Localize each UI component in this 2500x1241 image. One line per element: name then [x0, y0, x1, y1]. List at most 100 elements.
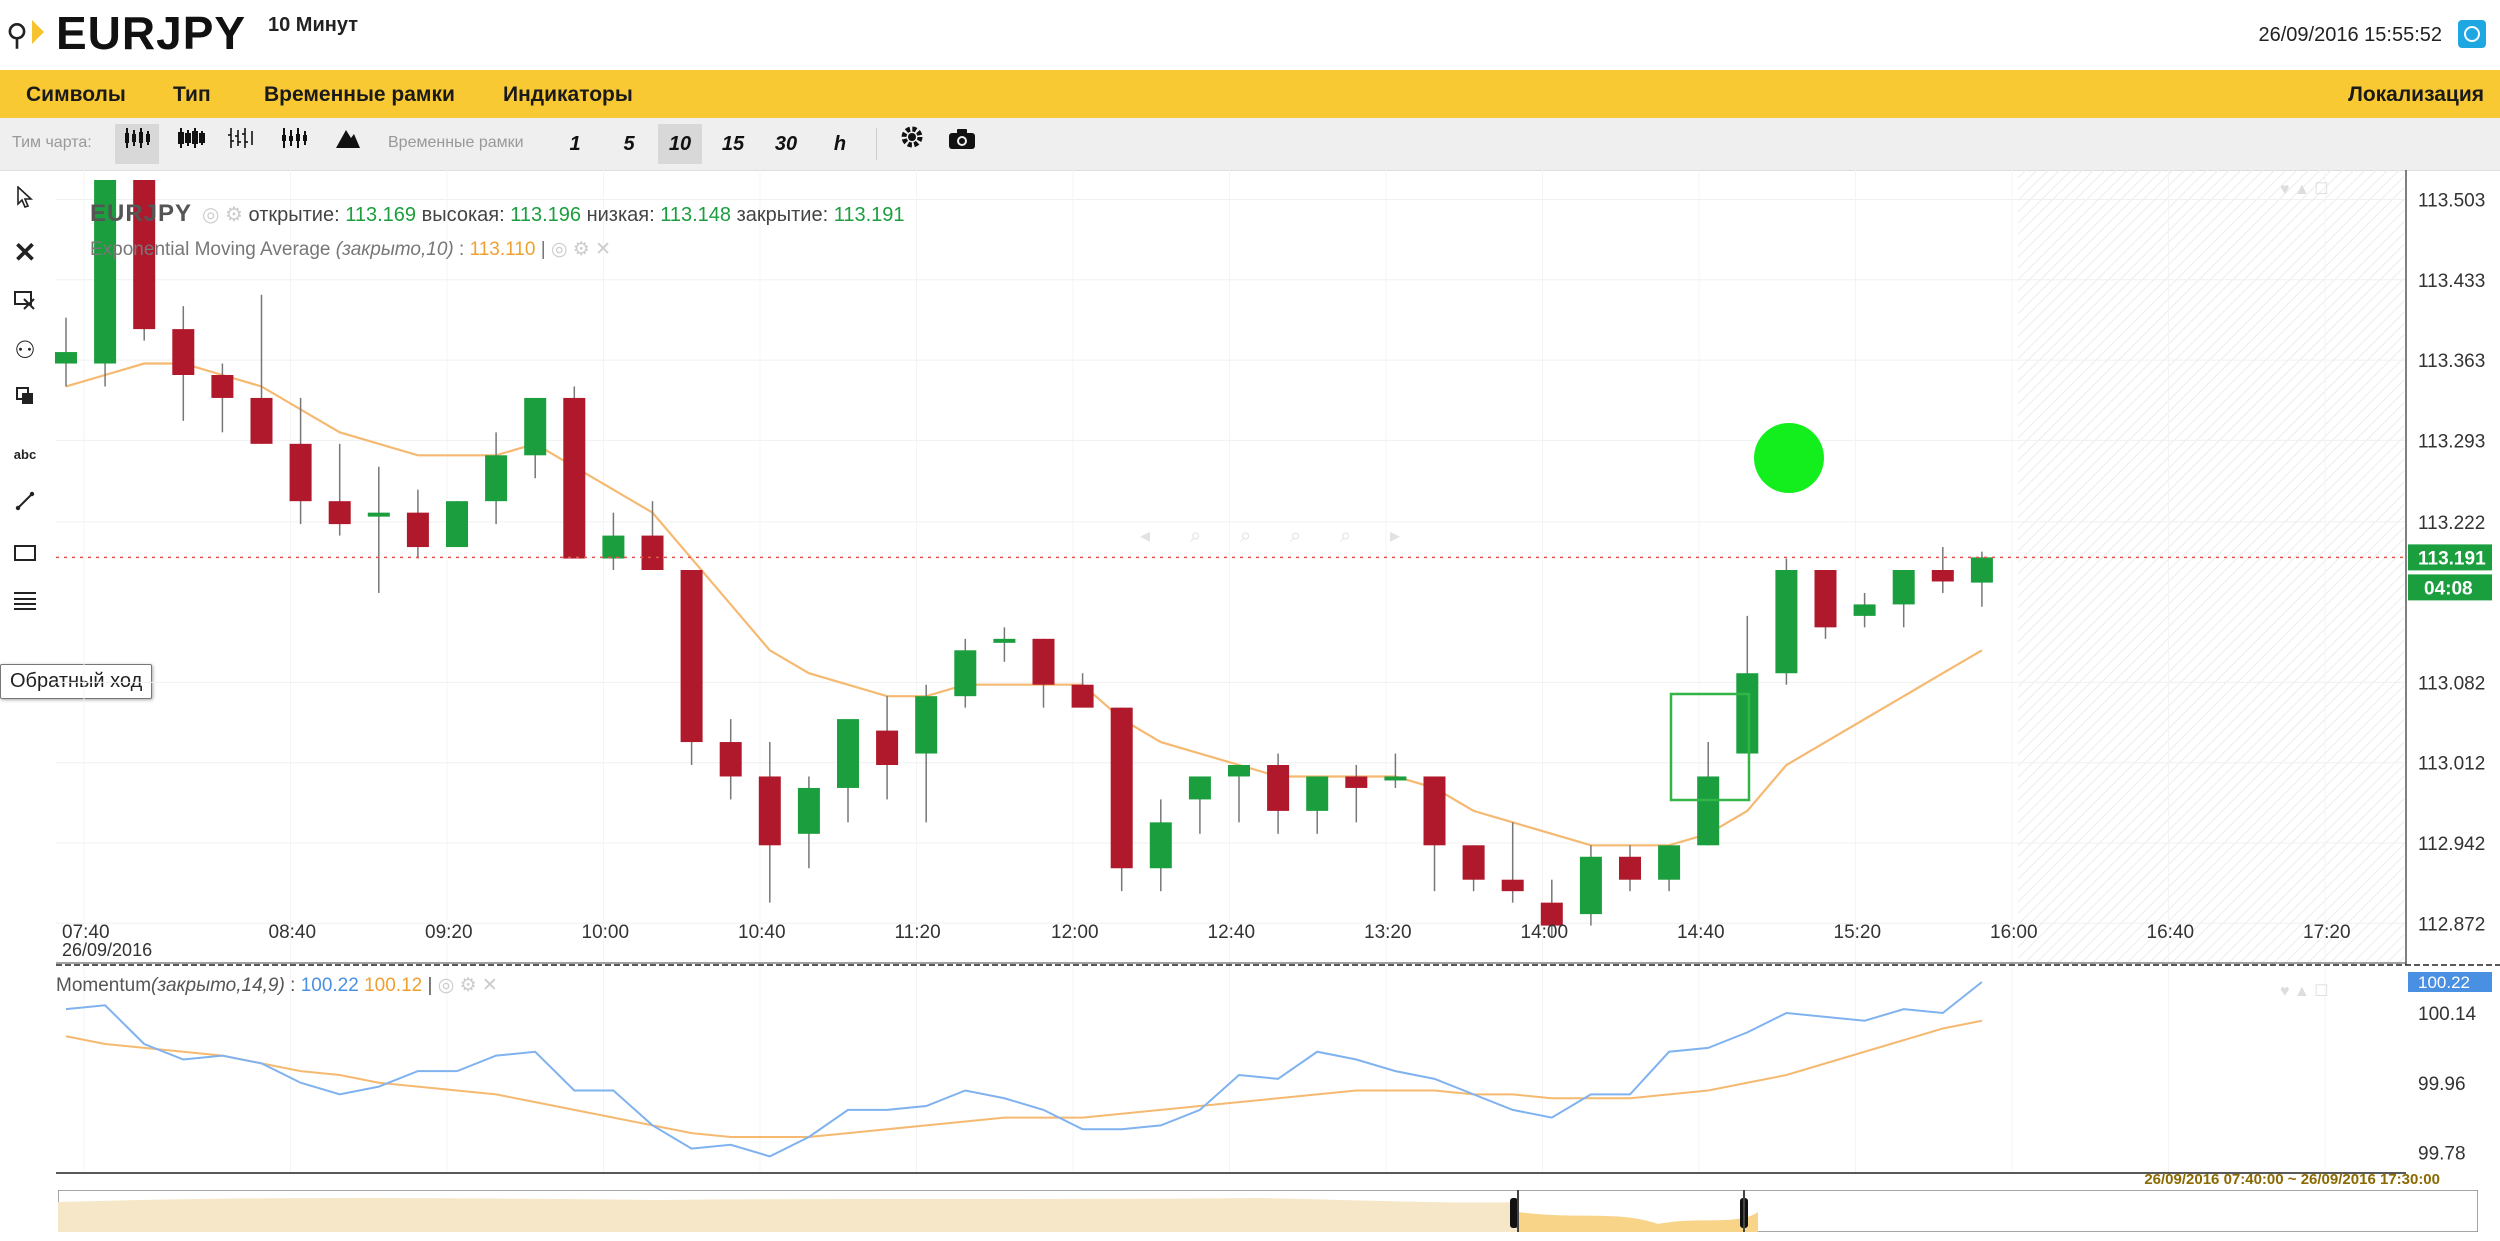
- svg-text:▸: ▸: [1390, 525, 1400, 547]
- candle-body: [1188, 776, 1211, 800]
- candle-body: [719, 742, 742, 777]
- menu-indicators[interactable]: Индикаторы: [503, 83, 633, 107]
- close-value: 113.191: [833, 204, 905, 226]
- menu-localization[interactable]: Локализация: [2348, 83, 2484, 107]
- tf-10-button[interactable]: 10: [658, 124, 702, 164]
- server-datetime: 26/09/2016 15:55:52: [2258, 24, 2442, 46]
- price-tick: 113.082: [2418, 673, 2485, 694]
- time-tick: 16:40: [2147, 922, 2195, 943]
- candle-body: [993, 638, 1016, 643]
- price-tick: 113.012: [2418, 754, 2485, 775]
- price-chart[interactable]: 113.503 113.433 113.363 113.293 113.222 113.0…: [0, 170, 2500, 1241]
- clock-icon[interactable]: [2458, 20, 2486, 48]
- candle-body: [602, 535, 625, 559]
- hollow-candles-icon[interactable]: [219, 124, 263, 164]
- candle-body: [758, 776, 781, 846]
- price-tick: 113.293: [2418, 431, 2485, 452]
- tf-h-button[interactable]: h: [818, 124, 862, 164]
- candle-body: [954, 650, 977, 697]
- candle-body: [367, 512, 390, 517]
- tf-30-button[interactable]: 30: [764, 124, 808, 164]
- ema-params: (закрыто,10): [335, 239, 454, 260]
- time-tick: 14:40: [1677, 922, 1725, 943]
- candle-body: [1619, 856, 1641, 880]
- momentum-controls-icon[interactable]: ◎ ⚙ ✕: [438, 975, 498, 996]
- bars-icon[interactable]: [169, 124, 213, 164]
- heikin-ashi-icon[interactable]: [272, 124, 316, 164]
- candle-body: [563, 397, 586, 559]
- time-tick: 12:40: [1208, 922, 1256, 943]
- candle-body: [1228, 765, 1250, 777]
- momentum-signal-value: 100.12: [364, 975, 423, 996]
- tf-15-button[interactable]: 15: [711, 124, 755, 164]
- tf-1-button[interactable]: 1: [553, 124, 597, 164]
- close-label: закрытие:: [736, 204, 829, 226]
- candle-body: [797, 787, 820, 834]
- camera-icon[interactable]: [940, 124, 984, 164]
- candle-body: [1462, 845, 1485, 880]
- candle-body: [1736, 673, 1759, 754]
- momentum-value: 100.22: [300, 975, 359, 996]
- candles-icon[interactable]: [115, 124, 159, 164]
- ohlc-legend: EURJPY ◎ ⚙ открытие: 113.169 высокая: 113…: [90, 200, 905, 228]
- search-icon[interactable]: ⚲: [6, 18, 28, 53]
- legend-symbol: EURJPY: [90, 200, 193, 227]
- low-label: низкая:: [586, 204, 655, 226]
- price-badge-label: 113.191: [2418, 548, 2486, 569]
- svg-text:⌕: ⌕: [1240, 525, 1251, 547]
- svg-text:♥ ▲ ☐: ♥ ▲ ☐: [2280, 983, 2329, 1000]
- momentum-line: [65, 981, 1983, 1158]
- svg-text:◂: ◂: [1140, 525, 1150, 547]
- candle-body: [1970, 557, 1993, 583]
- timeframe-label: 10 Минут: [268, 14, 358, 36]
- ema-controls-icon[interactable]: ◎ ⚙ ✕: [551, 239, 611, 260]
- ema-label: Exponential Moving Average: [90, 239, 331, 260]
- candle-body: [485, 455, 508, 502]
- signal-circle: [1754, 423, 1824, 493]
- time-tick: 16:00: [1990, 922, 2038, 943]
- candle-body: [1345, 776, 1368, 788]
- svg-text:⌕: ⌕: [1190, 525, 1201, 547]
- menu-type[interactable]: Тип: [173, 83, 211, 107]
- ema-line: [65, 362, 1983, 847]
- momentum-tick: 100.14: [2418, 1004, 2477, 1025]
- candle-body: [1149, 822, 1172, 869]
- price-tick: 113.363: [2418, 351, 2485, 372]
- time-tick: 10:00: [582, 922, 630, 943]
- time-tick: 10:40: [738, 922, 786, 943]
- candle-body: [680, 570, 703, 743]
- candle-body: [1658, 845, 1681, 880]
- navigator[interactable]: [58, 1190, 2478, 1232]
- high-value: 113.196: [510, 204, 582, 226]
- area-icon[interactable]: [326, 124, 370, 164]
- price-tick: 113.222: [2418, 513, 2485, 534]
- arrow-right-icon: [32, 20, 44, 44]
- toolbar-divider: [876, 128, 877, 160]
- candle-body: [406, 512, 429, 548]
- menu-bar: Символы Тип Временные рамки Индикаторы Л…: [0, 70, 2500, 118]
- candle-body: [1032, 638, 1055, 685]
- candle-body: [250, 397, 273, 444]
- gear-icon[interactable]: [890, 124, 934, 164]
- candle-body: [1775, 570, 1798, 674]
- countdown-label: 04:08: [2424, 578, 2473, 599]
- open-label: открытие:: [248, 204, 340, 226]
- menu-timeframes[interactable]: Временные рамки: [264, 83, 455, 107]
- eye-icon[interactable]: ◎ ⚙: [202, 204, 249, 226]
- svg-text:♥ ▲ ☐: ♥ ▲ ☐: [2280, 181, 2329, 198]
- time-tick: 15:20: [1834, 922, 1882, 943]
- menu-symbols[interactable]: Символы: [26, 83, 126, 107]
- candle-body: [1853, 604, 1876, 616]
- time-tick: 08:40: [269, 922, 317, 943]
- time-tick: 14:00: [1521, 922, 1569, 943]
- tf-5-button[interactable]: 5: [607, 124, 651, 164]
- high-label: высокая:: [421, 204, 505, 226]
- candle-body: [1931, 570, 1954, 582]
- candle-body: [1697, 776, 1720, 846]
- candle-body: [1814, 570, 1837, 628]
- candle-body: [1579, 856, 1602, 915]
- ema-value: 113.110: [469, 239, 536, 260]
- app-header: ⚲ EURJPY 10 Минут 26/09/2016 15:55:52: [0, 0, 2500, 71]
- price-tick: 113.503: [2418, 191, 2485, 212]
- candle-body: [1501, 879, 1524, 892]
